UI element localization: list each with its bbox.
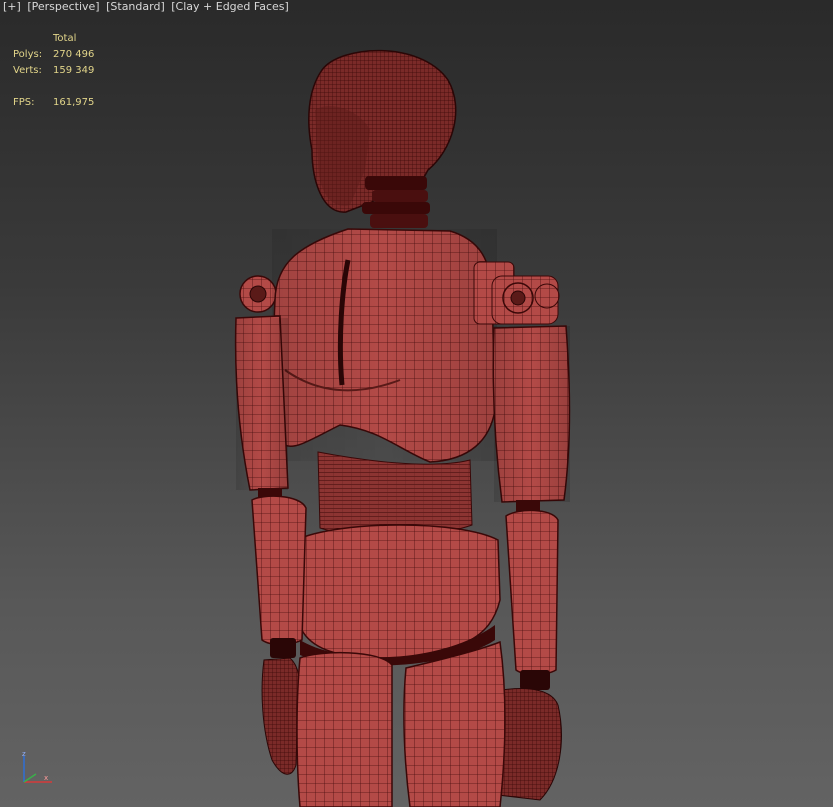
- right-shoulder-joint: [473, 261, 560, 325]
- pelvis: [295, 524, 501, 666]
- left-forearm: [251, 495, 307, 658]
- gizmo-z-label: z: [22, 752, 26, 758]
- left-hand: [261, 657, 301, 775]
- robot-mannequin-model[interactable]: [0, 0, 833, 807]
- left-thigh: [296, 651, 393, 807]
- right-forearm: [505, 509, 559, 690]
- perspective-viewport[interactable]: [+] [Perspective] [Standard] [Clay + Edg…: [0, 0, 833, 807]
- left-shoulder-joint: [239, 275, 277, 313]
- neck: [362, 176, 430, 228]
- left-upper-arm: [234, 315, 289, 506]
- axis-gizmo: z x: [18, 750, 58, 788]
- right-upper-arm: [492, 325, 571, 518]
- torso-chest: [272, 228, 497, 463]
- gizmo-x-label: x: [44, 774, 48, 782]
- waist-bellows: [317, 451, 473, 537]
- right-thigh: [403, 640, 506, 807]
